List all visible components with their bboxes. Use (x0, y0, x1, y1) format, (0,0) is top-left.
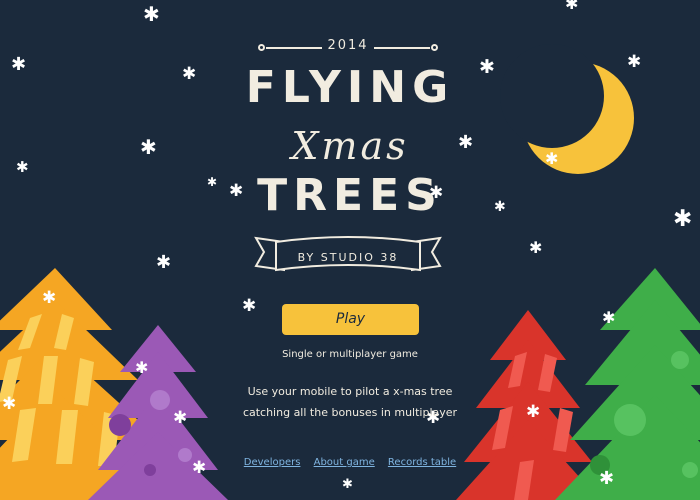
snowflake-icon: ✱ (182, 64, 197, 84)
snowflake-icon: ✱ (140, 135, 157, 159)
snowflake-icon: ✱ (242, 296, 257, 316)
green-tree (555, 268, 700, 500)
play-subtitle: Single or multiplayer game (282, 349, 418, 360)
title-line-trees: TREES (257, 170, 443, 221)
records-table-link[interactable]: Records table (388, 457, 456, 468)
snowflake-icon: ✱ (42, 288, 57, 308)
snowflake-icon: ✱ (342, 477, 353, 492)
snowflake-icon: ✱ (529, 238, 543, 257)
title-line-xmas: Xmas (291, 124, 409, 168)
snowflake-icon: ✱ (156, 252, 172, 273)
snowflake-icon: ✱ (545, 149, 559, 168)
snowflake-icon: ✱ (135, 358, 149, 377)
year-label: 2014 (327, 38, 369, 53)
description-line: catching all the bonuses in multiplayer (242, 406, 458, 419)
description-line: Use your mobile to pilot a x-mas tree (247, 385, 453, 398)
snowflake-icon: ✱ (565, 0, 579, 13)
snowflake-icon: ✱ (673, 206, 693, 232)
snowflake-icon: ✱ (11, 54, 27, 75)
snowflake-icon: ✱ (602, 308, 616, 327)
footer-links: Developers About game Records table (200, 457, 500, 468)
snowflake-icon: ✱ (599, 468, 615, 489)
about-game-link[interactable]: About game (314, 457, 375, 468)
game-description: Use your mobile to pilot a x-mas tree ca… (225, 381, 475, 423)
developers-link[interactable]: Developers (244, 457, 301, 468)
play-button[interactable]: Play (282, 304, 419, 335)
ornament-dot (431, 44, 438, 51)
snowflake-icon: ✱ (627, 52, 642, 72)
crescent-moon-icon (500, 44, 634, 174)
snowflake-icon: ✱ (2, 394, 17, 414)
studio-credit: BY STUDIO 38 (297, 251, 399, 264)
year-header: 2014 (258, 38, 438, 56)
snowflake-icon: ✱ (173, 408, 188, 428)
snowflake-icon: ✱ (16, 158, 29, 176)
title-line-flying: FLYING (245, 62, 455, 113)
snowflake-icon: ✱ (143, 2, 160, 26)
snowflake-icon: ✱ (526, 402, 541, 422)
ornament-line (374, 47, 430, 49)
